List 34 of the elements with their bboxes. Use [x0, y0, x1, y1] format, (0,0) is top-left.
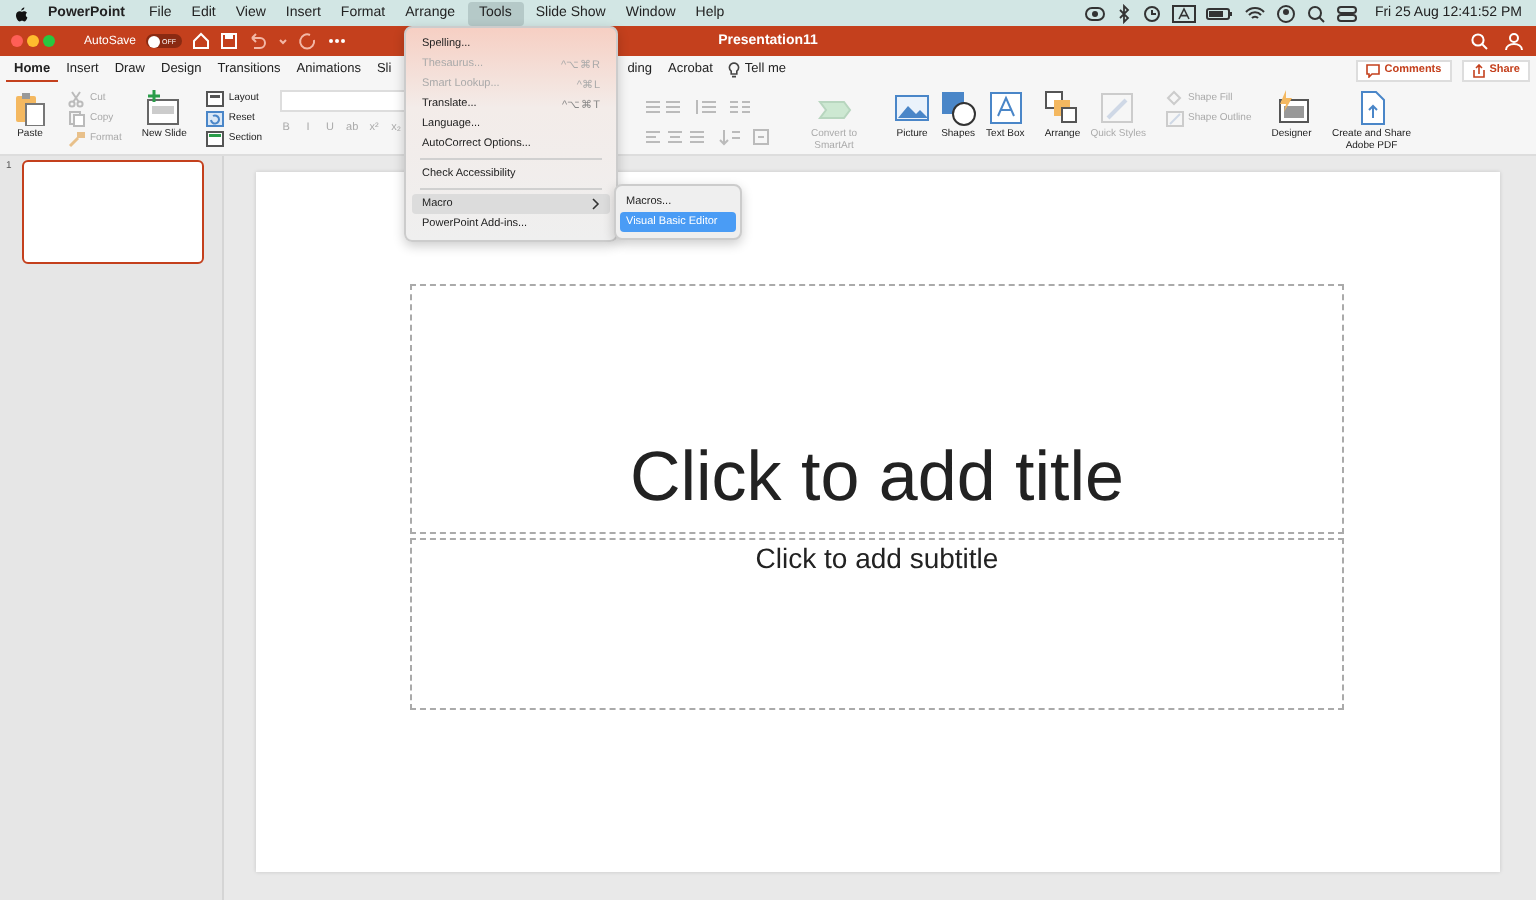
section-icon — [206, 129, 225, 147]
clock-icon[interactable] — [1142, 3, 1163, 23]
arrange-icon — [1044, 90, 1081, 126]
lightbulb-icon — [728, 61, 741, 77]
paintbrush-icon — [68, 129, 86, 147]
designer-icon — [1273, 90, 1310, 126]
window-controls-icon[interactable] — [10, 34, 58, 48]
new-slide-icon — [146, 90, 183, 126]
control-center-icon[interactable] — [1336, 3, 1359, 23]
keyboard-input-icon[interactable] — [1172, 3, 1197, 23]
scissors-icon — [68, 89, 86, 107]
speech-bubble-icon — [1366, 63, 1381, 77]
clipboard-icon — [12, 90, 48, 126]
picture-icon — [894, 90, 931, 126]
shapes-icon — [940, 90, 977, 126]
text-box-icon — [987, 90, 1024, 126]
undo-icon[interactable] — [248, 32, 269, 50]
bluetooth-icon[interactable] — [1116, 3, 1133, 23]
battery-icon[interactable] — [1206, 3, 1235, 23]
wifi-icon[interactable] — [1244, 3, 1267, 23]
search-icon[interactable] — [1306, 3, 1327, 23]
layout-icon — [206, 89, 225, 107]
copy-icon — [68, 109, 86, 127]
save-icon[interactable] — [220, 32, 239, 50]
search-icon[interactable] — [1470, 32, 1488, 50]
slide-thumbnail[interactable] — [21, 160, 204, 264]
share-icon — [1471, 63, 1486, 77]
title-placeholder[interactable]: Click to add title — [410, 284, 1344, 534]
home-icon[interactable] — [192, 32, 211, 50]
apple-logo-icon[interactable] — [14, 5, 28, 21]
redo-icon[interactable] — [298, 32, 319, 50]
account-icon[interactable] — [1504, 31, 1524, 51]
reset-icon — [206, 109, 225, 127]
subtitle-placeholder[interactable]: Click to add subtitle — [410, 538, 1344, 710]
